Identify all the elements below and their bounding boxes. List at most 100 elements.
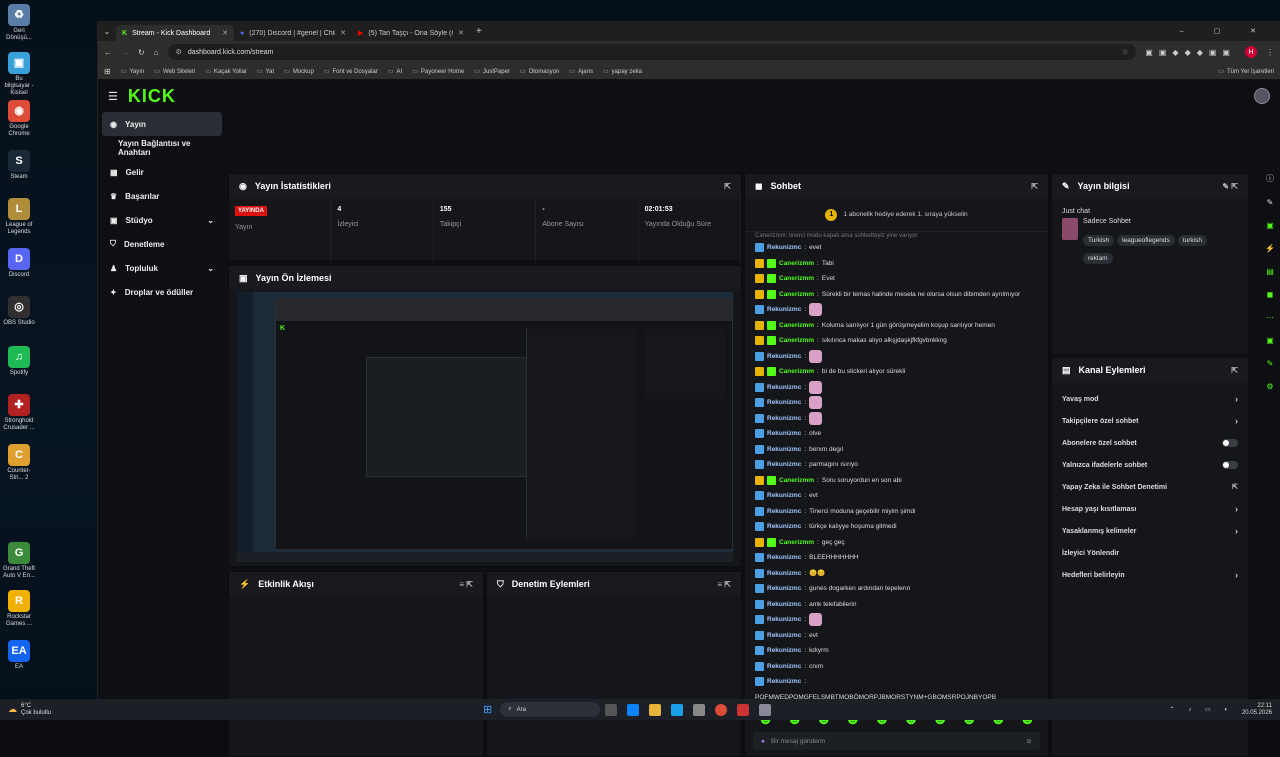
bookmark-item[interactable]: Yayın (121, 68, 144, 75)
quick-action-icon[interactable]: ▣ (1266, 221, 1274, 230)
toggle-switch[interactable] (1222, 461, 1238, 469)
taskbar-search[interactable]: ⌕ Ara (500, 702, 601, 717)
task-view-icon[interactable] (605, 703, 618, 716)
chat-message[interactable]: Canerizmm: geç geç (745, 535, 1048, 551)
quick-action-icon[interactable]: ⋯ (1266, 313, 1274, 322)
chat-username[interactable]: Rekunizmc (767, 632, 801, 639)
chat-username[interactable]: Rekunizmc (767, 647, 801, 654)
desktop-icon[interactable]: D Discord (2, 248, 36, 279)
bookmark-item[interactable]: yapay zeka (603, 68, 642, 75)
channel-action-item[interactable]: Hesap yaşı kısıtlaması › (1052, 498, 1248, 520)
chat-username[interactable]: Rekunizmc (767, 399, 801, 406)
site-info-icon[interactable]: ⚙ (176, 48, 182, 56)
chat-message[interactable]: Rekunizmc: (745, 395, 1048, 411)
user-avatar[interactable] (1254, 88, 1270, 104)
channel-action-item[interactable]: Yalnızca ifadelerle sohbet (1052, 454, 1248, 476)
desktop-icon[interactable]: C Counter-Stri... 2 (2, 444, 36, 482)
quick-action-icon[interactable]: ▣ (1266, 336, 1274, 345)
filter-icon[interactable]: ≡ ⇱ (459, 580, 473, 589)
chat-username[interactable]: Rekunizmc (767, 384, 801, 391)
all-bookmarks-item[interactable]: Tüm Yer İşaretleri (1218, 68, 1274, 75)
copilot-icon[interactable] (627, 703, 640, 716)
chat-username[interactable]: Rekunizmc (767, 508, 801, 515)
bookmark-item[interactable]: Font ve Dosyalar (324, 68, 378, 75)
windows-start-icon[interactable]: ⊞ (483, 703, 492, 716)
desktop-icon[interactable]: L League of Legends (2, 198, 36, 236)
edge-icon[interactable] (671, 703, 684, 716)
bookmark-item[interactable]: Yat (257, 68, 275, 75)
chat-message[interactable]: Rekunizmc: (745, 674, 1048, 690)
chat-message[interactable]: Rekunizmc: türkçe kalıyye hoşuma gitmedi (745, 519, 1048, 535)
chat-message[interactable]: Canerizmm: Tabi (745, 256, 1048, 272)
chat-message[interactable]: Canerizmm: sıkılınca makas alıyo alkşjdaş… (745, 333, 1048, 349)
chat-message[interactable]: Canerizmm: Soru soruyordun en son abi (745, 473, 1048, 489)
chat-username[interactable]: Rekunizmc (767, 570, 801, 577)
home-icon[interactable]: ⌂ (154, 48, 159, 57)
chrome-taskbar-icon[interactable] (715, 703, 728, 716)
chat-message[interactable]: Rekunizmc: (745, 612, 1048, 628)
chat-message[interactable]: Rekunizmc: (745, 380, 1048, 396)
chat-username[interactable]: Canerizmm (779, 260, 814, 267)
chat-message[interactable]: Rekunizmc: evet (745, 240, 1048, 256)
desktop-icon[interactable]: G Grand Theft Auto V En... (2, 542, 36, 580)
apps-grid-icon[interactable]: ⊞ (104, 67, 111, 76)
chat-message[interactable]: Canerizmm: Koluma sarılıyor 1 gün görüşme… (745, 318, 1048, 334)
chat-message[interactable]: Rekunizmc: 😊😊 (745, 566, 1048, 582)
emoji-picker-icon[interactable]: ☺ (1025, 738, 1032, 745)
desktop-icon[interactable]: ♫ Spotify (2, 346, 36, 377)
bookmark-star-icon[interactable]: ☆ (1122, 48, 1128, 56)
tab-youtube[interactable]: ▶ (5) Tan Taşçı - Ona Söyle (rl... ✕ (352, 25, 470, 41)
chat-username[interactable]: Rekunizmc (767, 244, 801, 251)
sidebar-item[interactable]: ♟ Topluluk ⌄ (98, 256, 226, 280)
reload-icon[interactable]: ↻ (138, 48, 145, 57)
bookmark-item[interactable]: AI (388, 68, 403, 75)
chat-message[interactable]: Rekunizmc: evt (745, 628, 1048, 644)
bookmark-item[interactable]: Ajans (569, 68, 593, 75)
tag-pill[interactable]: turkish (1177, 235, 1207, 246)
close-tab-icon[interactable]: ✕ (458, 29, 464, 37)
chat-message[interactable]: Rekunizmc: olve (745, 426, 1048, 442)
chat-message[interactable]: Rekunizmc: benım degıl (745, 442, 1048, 458)
channel-action-item[interactable]: Abonelere özel sohbet (1052, 432, 1248, 454)
chat-username[interactable]: Canerizmm (779, 477, 814, 484)
quick-action-icon[interactable]: ⚙ (1266, 382, 1273, 391)
popout-icon[interactable]: ⇱ (724, 182, 731, 191)
channel-action-item[interactable]: Yasaklanmış kelimeler › (1052, 520, 1248, 542)
chat-message[interactable]: Canerizmm: bi de bu stickeri alıyor sürek… (745, 364, 1048, 380)
edit-icon[interactable]: ✎ (1267, 198, 1274, 207)
channel-action-item[interactable]: Yavaş mod › (1052, 388, 1248, 410)
bookmark-item[interactable]: Payoneer Home (412, 68, 464, 75)
desktop-icon[interactable]: R Rockstar Games ... (2, 590, 36, 628)
close-tab-icon[interactable]: ✕ (222, 29, 228, 37)
quick-action-icon[interactable]: ▤ (1266, 267, 1274, 276)
chat-message[interactable]: Rekunizmc: parmagını ısırıyo (745, 457, 1048, 473)
sidebar-item[interactable]: ✦ Droplar ve ödüller (98, 280, 226, 304)
channel-action-item[interactable]: Takipçilere özel sohbet › (1052, 410, 1248, 432)
bookmark-item[interactable]: JustPaper (474, 68, 510, 75)
channel-action-item[interactable]: İzleyici Yönlendir (1052, 542, 1248, 564)
tab-discord[interactable]: ● (270) Discord | #genel | Chill Pl... ✕ (234, 25, 352, 41)
chat-username[interactable]: Canerizmm (779, 291, 814, 298)
bookmark-item[interactable]: Mockup (284, 68, 314, 75)
chat-username[interactable]: Canerizmm (779, 322, 814, 329)
chat-username[interactable]: Rekunizmc (767, 461, 801, 468)
profile-avatar[interactable]: H (1245, 46, 1257, 58)
info-icon[interactable]: ⓘ (1266, 173, 1274, 184)
tag-pill[interactable]: leagueoflegends (1117, 235, 1175, 246)
chat-message[interactable]: Rekunizmc: evt (745, 488, 1048, 504)
tag-pill[interactable]: Turkish (1083, 235, 1115, 246)
chat-message[interactable]: Rekunizmc: (745, 349, 1048, 365)
url-input[interactable]: ⚙ dashboard.kick.com/stream ☆ (167, 44, 1137, 60)
chat-message[interactable]: Rekunizmc: cnım (745, 659, 1048, 675)
channel-action-item[interactable]: Hedefleri belirleyin › (1052, 564, 1248, 586)
edit-icon[interactable]: ✎ ⇱ (1222, 182, 1238, 191)
extensions-icons[interactable]: ▣▣◆◆◆▣▣ (1145, 48, 1236, 57)
chat-username[interactable]: Canerizmm (779, 337, 814, 344)
weather-icon[interactable]: ☁ (8, 704, 17, 715)
quick-action-icon[interactable]: ◼ (1267, 290, 1274, 299)
sidebar-item[interactable]: Yayın Bağlantısı ve Anahtarı (98, 136, 226, 160)
system-tray-icons[interactable]: ⌃ ♪ ▭ ◐ (1170, 706, 1234, 713)
quick-action-icon[interactable]: ⚡ (1265, 244, 1275, 253)
desktop-icon[interactable]: ▣ Bu bilgisayar - Kisisel (2, 52, 36, 97)
chat-username[interactable]: Rekunizmc (767, 601, 801, 608)
